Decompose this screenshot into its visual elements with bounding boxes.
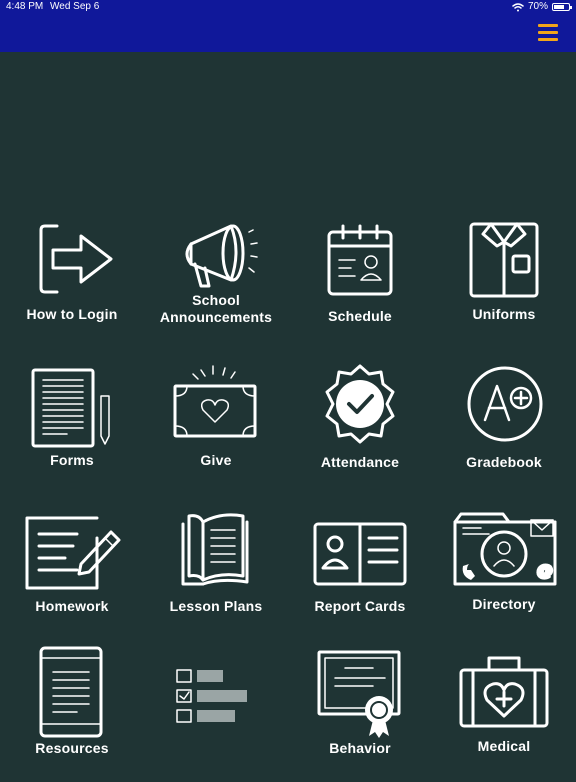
tile-medical[interactable]: Medical (432, 642, 576, 782)
tile-label: Homework (35, 598, 109, 614)
form-document-icon (31, 368, 110, 448)
tile-behavior[interactable]: Behavior (288, 642, 432, 782)
badge-check-icon (325, 364, 395, 444)
tile-label: Schedule (328, 308, 392, 324)
checklist-icon (176, 669, 247, 723)
tile-resources[interactable]: Resources (0, 642, 144, 782)
tile-how-to-login[interactable]: How to Login (0, 210, 144, 350)
medical-kit-icon (459, 656, 549, 728)
tile-label: Resources (35, 740, 109, 756)
hamburger-icon (538, 24, 558, 27)
paper-pencil-icon (25, 516, 121, 590)
tile-checklist[interactable] (144, 642, 288, 782)
tile-label: Gradebook (466, 454, 542, 470)
tile-label: Forms (50, 452, 94, 468)
tile-label: Lesson Plans (169, 598, 263, 614)
tile-label: School Announcements (159, 292, 273, 325)
battery-icon (552, 3, 572, 11)
money-heart-icon (173, 365, 257, 438)
shirt-icon (469, 222, 539, 298)
tile-lesson-plans[interactable]: Lesson Plans (144, 502, 288, 642)
tile-school-announcements[interactable]: School Announcements (144, 210, 288, 350)
tile-label: Behavior (329, 740, 391, 756)
hamburger-menu-button[interactable] (538, 24, 558, 42)
calendar-icon (327, 224, 393, 296)
battery-percent: 70% (527, 1, 548, 12)
tile-label: Attendance (320, 454, 400, 470)
report-card-icon (313, 522, 407, 586)
status-right: 70% (512, 0, 572, 14)
tile-give[interactable]: Give (144, 358, 288, 498)
login-arrow-icon (39, 224, 113, 294)
svg-text:@: @ (537, 563, 553, 580)
tile-uniforms[interactable]: Uniforms (432, 210, 576, 350)
certificate-icon (317, 650, 401, 738)
tile-label: Report Cards (314, 598, 406, 614)
tile-report-cards[interactable]: Report Cards (288, 502, 432, 642)
status-time: 4:48 PM (6, 1, 44, 12)
tile-forms[interactable]: Forms (0, 358, 144, 498)
status-bar: 4:48 PM Wed Sep 6 70% (0, 0, 576, 14)
open-book-icon (181, 513, 249, 586)
contact-directory-icon: @ (453, 512, 557, 586)
tile-label: Give (200, 452, 232, 468)
tile-attendance[interactable]: Attendance (288, 358, 432, 498)
status-date: Wed Sep 6 (50, 1, 100, 12)
tile-schedule[interactable]: Schedule (288, 210, 432, 350)
tile-label: Medical (477, 738, 531, 754)
tile-label: Directory (472, 596, 536, 612)
tile-label: Uniforms (472, 306, 536, 322)
tablet-icon (39, 646, 103, 738)
tile-label: How to Login (26, 306, 118, 322)
megaphone-icon (185, 224, 258, 288)
tile-directory[interactable]: @ Directory (432, 502, 576, 642)
top-bar: 4:48 PM Wed Sep 6 70% (0, 0, 576, 52)
a-plus-grade-icon (467, 366, 543, 442)
tile-homework[interactable]: Homework (0, 502, 144, 642)
wifi-icon (512, 2, 524, 11)
tile-gradebook[interactable]: Gradebook (432, 358, 576, 498)
